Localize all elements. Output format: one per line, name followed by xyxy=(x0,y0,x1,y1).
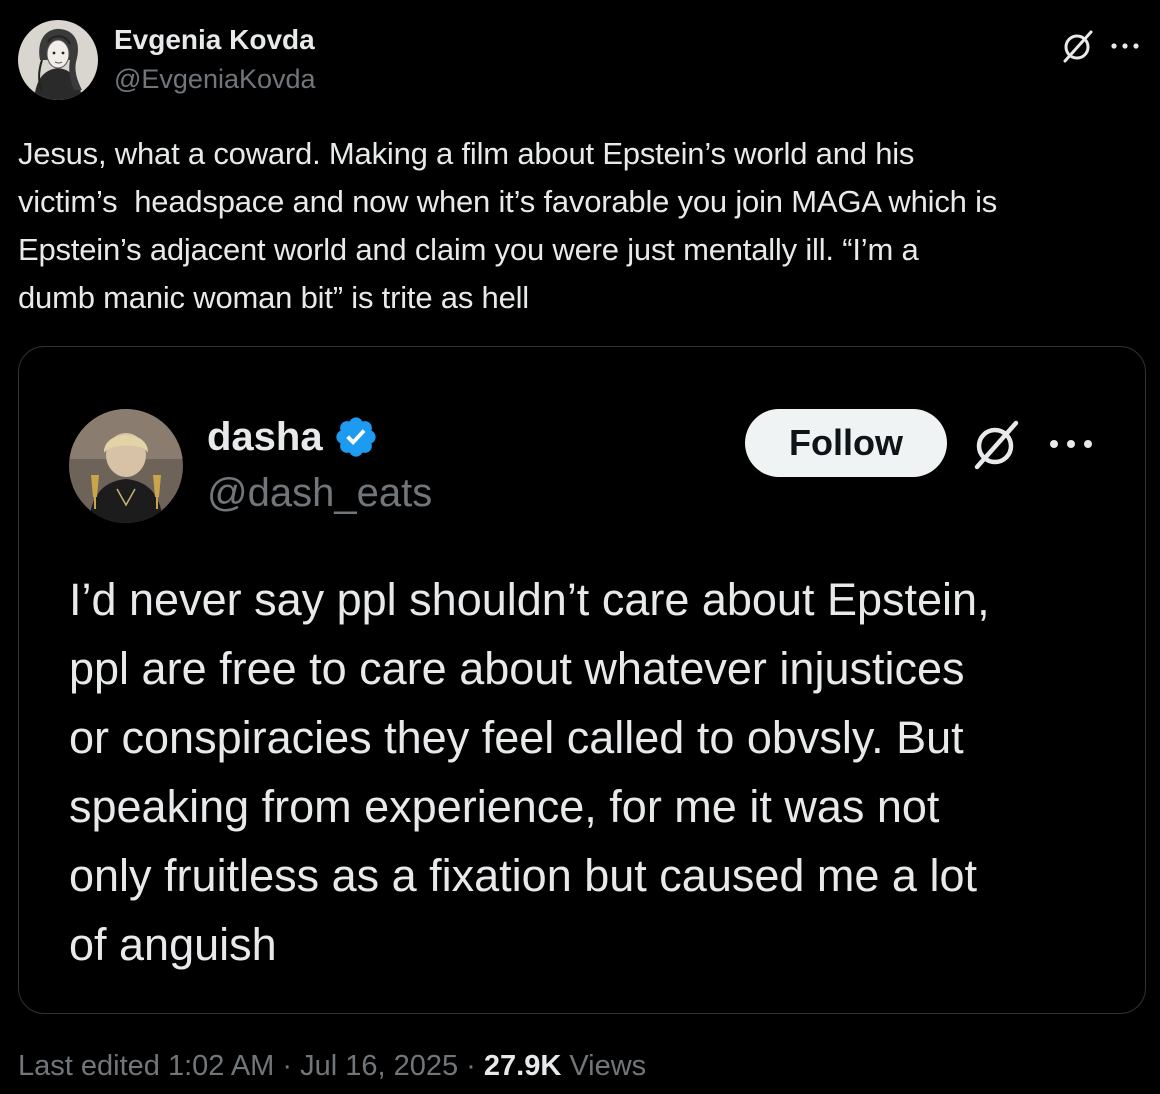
quoted-post-text: I’d never say ppl shouldn’t care about E… xyxy=(69,574,990,970)
quoted-post-card[interactable]: dasha @dash_eats Follow I’d never say pp… xyxy=(18,346,1146,1014)
author-avatar[interactable] xyxy=(18,20,98,100)
quoted-author-avatar[interactable] xyxy=(69,409,183,523)
quoted-author-name[interactable]: dasha xyxy=(207,415,323,460)
author-name[interactable]: Evgenia Kovda xyxy=(114,24,315,56)
post-header: Evgenia Kovda @EvgeniaKovda xyxy=(18,20,1142,104)
verified-badge-icon xyxy=(335,417,376,457)
follow-button[interactable]: Follow xyxy=(745,409,947,477)
author-handle[interactable]: @EvgeniaKovda xyxy=(114,64,316,95)
views-label: Views xyxy=(561,1050,647,1082)
grok-icon[interactable] xyxy=(969,417,1023,471)
quoted-author-handle[interactable]: @dash_eats xyxy=(207,471,432,516)
grok-icon[interactable] xyxy=(1060,28,1096,64)
quoted-author-name-row: dasha xyxy=(207,413,379,461)
more-icon[interactable] xyxy=(1108,34,1142,58)
post-meta: Last edited 1:02 AM · Jul 16, 2025 · 27.… xyxy=(18,1050,646,1083)
views-count[interactable]: 27.9K xyxy=(484,1050,561,1082)
edited-timestamp[interactable]: Last edited 1:02 AM · Jul 16, 2025 · xyxy=(18,1050,484,1082)
more-icon[interactable] xyxy=(1045,427,1097,461)
post-text: Jesus, what a coward. Making a film abou… xyxy=(18,136,998,315)
